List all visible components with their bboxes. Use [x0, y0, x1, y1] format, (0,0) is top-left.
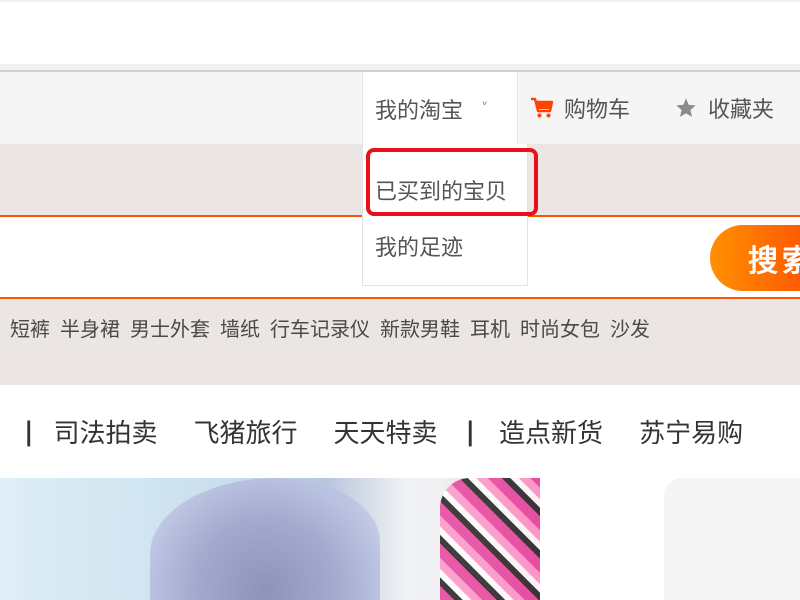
- hot-word[interactable]: 短裤: [10, 313, 50, 342]
- hot-word[interactable]: 行车记录仪: [270, 313, 370, 342]
- cart-icon: [530, 97, 554, 119]
- channel-link[interactable]: 飞猪旅行: [194, 413, 298, 450]
- favorites-label: 收藏夹: [708, 98, 775, 123]
- banner-photo-hair: [150, 478, 380, 600]
- cart-label: 购物车: [564, 98, 631, 123]
- search-button[interactable]: 搜索: [710, 225, 800, 291]
- my-taobao-label: 我的淘宝: [375, 99, 464, 124]
- hot-words-band: 短裤 半身裙 男士外套 墙纸 行车记录仪 新款男鞋 耳机 时尚女包 沙发: [0, 299, 800, 385]
- chevron-down-icon: ˅: [481, 101, 489, 117]
- channel-row: | 司法拍卖 飞猪旅行 天天特卖 | 造点新货 苏宁易购: [24, 413, 779, 450]
- banner-photo-pattern: [440, 478, 540, 600]
- hot-word[interactable]: 新款男鞋: [380, 313, 460, 342]
- user-side-card: [664, 478, 800, 600]
- star-icon: [674, 97, 698, 119]
- channel-nav: | 司法拍卖 飞猪旅行 天天特卖 | 造点新货 苏宁易购: [0, 385, 800, 477]
- dropdown-item-footprint[interactable]: 我的足迹: [375, 230, 463, 262]
- channel-separator: |: [24, 416, 34, 447]
- top-bar: [0, 0, 800, 64]
- channel-link[interactable]: 司法拍卖: [54, 413, 158, 450]
- hot-words-list: 短裤 半身裙 男士外套 墙纸 行车记录仪 新款男鞋 耳机 时尚女包 沙发: [10, 313, 650, 342]
- channel-link[interactable]: 苏宁易购: [639, 413, 743, 450]
- hot-word[interactable]: 男士外套: [130, 313, 210, 342]
- favorites-link[interactable]: 收藏夹: [674, 72, 774, 144]
- highlight-box: [366, 148, 538, 216]
- hot-word[interactable]: 沙发: [610, 313, 650, 342]
- hot-word[interactable]: 半身裙: [60, 313, 120, 342]
- channel-link[interactable]: 造点新货: [499, 413, 603, 450]
- channel-separator: |: [465, 416, 476, 447]
- cart-link[interactable]: 购物车: [530, 72, 630, 144]
- hot-word[interactable]: 耳机: [470, 313, 510, 342]
- hot-word[interactable]: 时尚女包: [520, 313, 600, 342]
- hot-word[interactable]: 墙纸: [220, 313, 260, 342]
- promo-banner[interactable]: [0, 478, 540, 600]
- channel-link[interactable]: 天天特卖: [334, 413, 438, 450]
- search-input[interactable]: [0, 217, 710, 297]
- site-nav: 我的淘宝 ˅ 购物车 收藏夹: [0, 70, 800, 146]
- my-taobao-menu[interactable]: 我的淘宝 ˅: [362, 72, 518, 146]
